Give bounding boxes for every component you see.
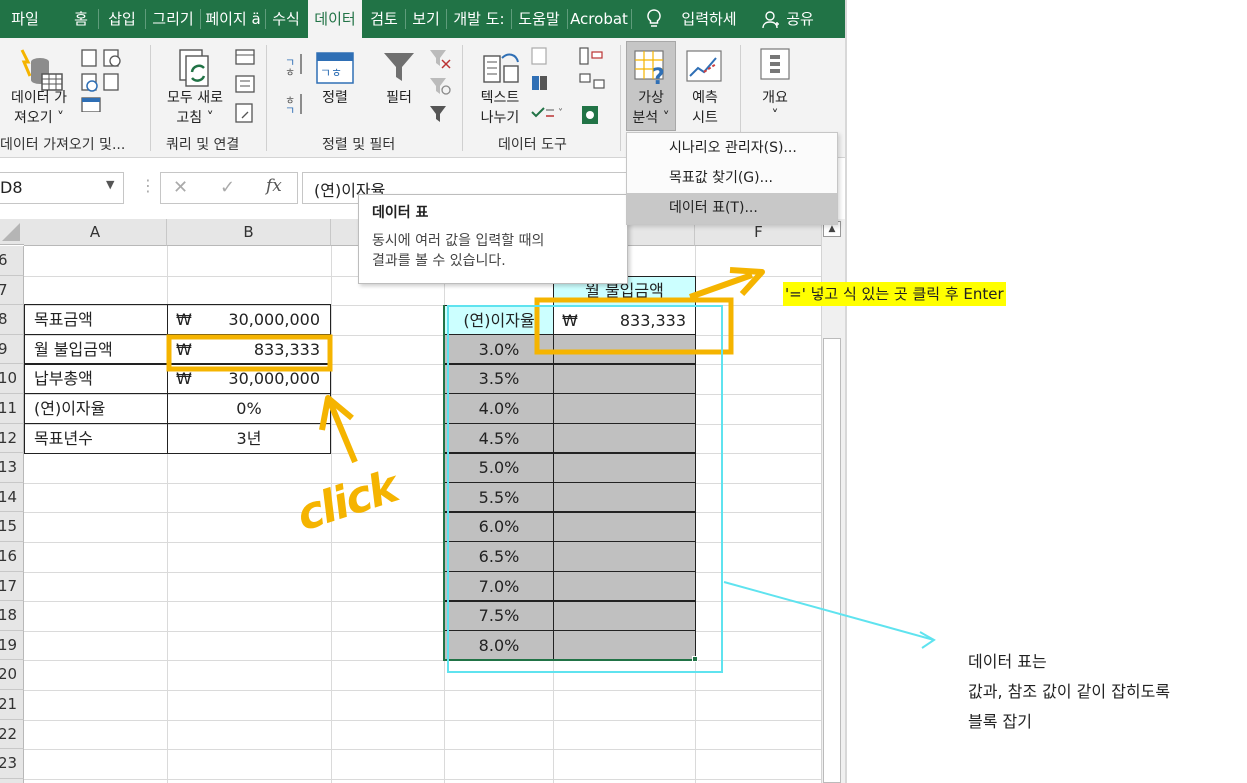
tooltip-title: 데이터 표 [372, 205, 429, 221]
formula-cell-highlight-box [534, 297, 734, 355]
cyan-arrow [723, 581, 935, 641]
selection-note-line2: 값과, 참조 값이 같이 잡히도록 [968, 682, 1171, 701]
tooltip-line1: 동시에 여러 값을 입력할 때의 [372, 233, 545, 249]
cyan-selection-box [447, 305, 723, 673]
b9-highlight-box [166, 334, 333, 372]
selection-note: 데이터 표는 값과, 참조 값이 같이 잡히도록 블록 잡기 [968, 647, 1170, 737]
menu-item-scenario-manager[interactable]: 시나리오 관리자(S)... [627, 133, 837, 164]
selection-note-line3: 블록 잡기 [968, 712, 1032, 731]
menu-item-data-table[interactable]: 데이터 표(T)... [627, 193, 837, 224]
menu-item-goal-seek[interactable]: 목표값 찾기(G)... [627, 163, 837, 194]
tooltip-line2: 결과를 볼 수 있습니다. [372, 253, 506, 269]
selection-note-line1: 데이터 표는 [968, 652, 1047, 671]
enter-instruction-note: '=' 넣고 식 있는 곳 클릭 후 Enter [783, 282, 1006, 306]
